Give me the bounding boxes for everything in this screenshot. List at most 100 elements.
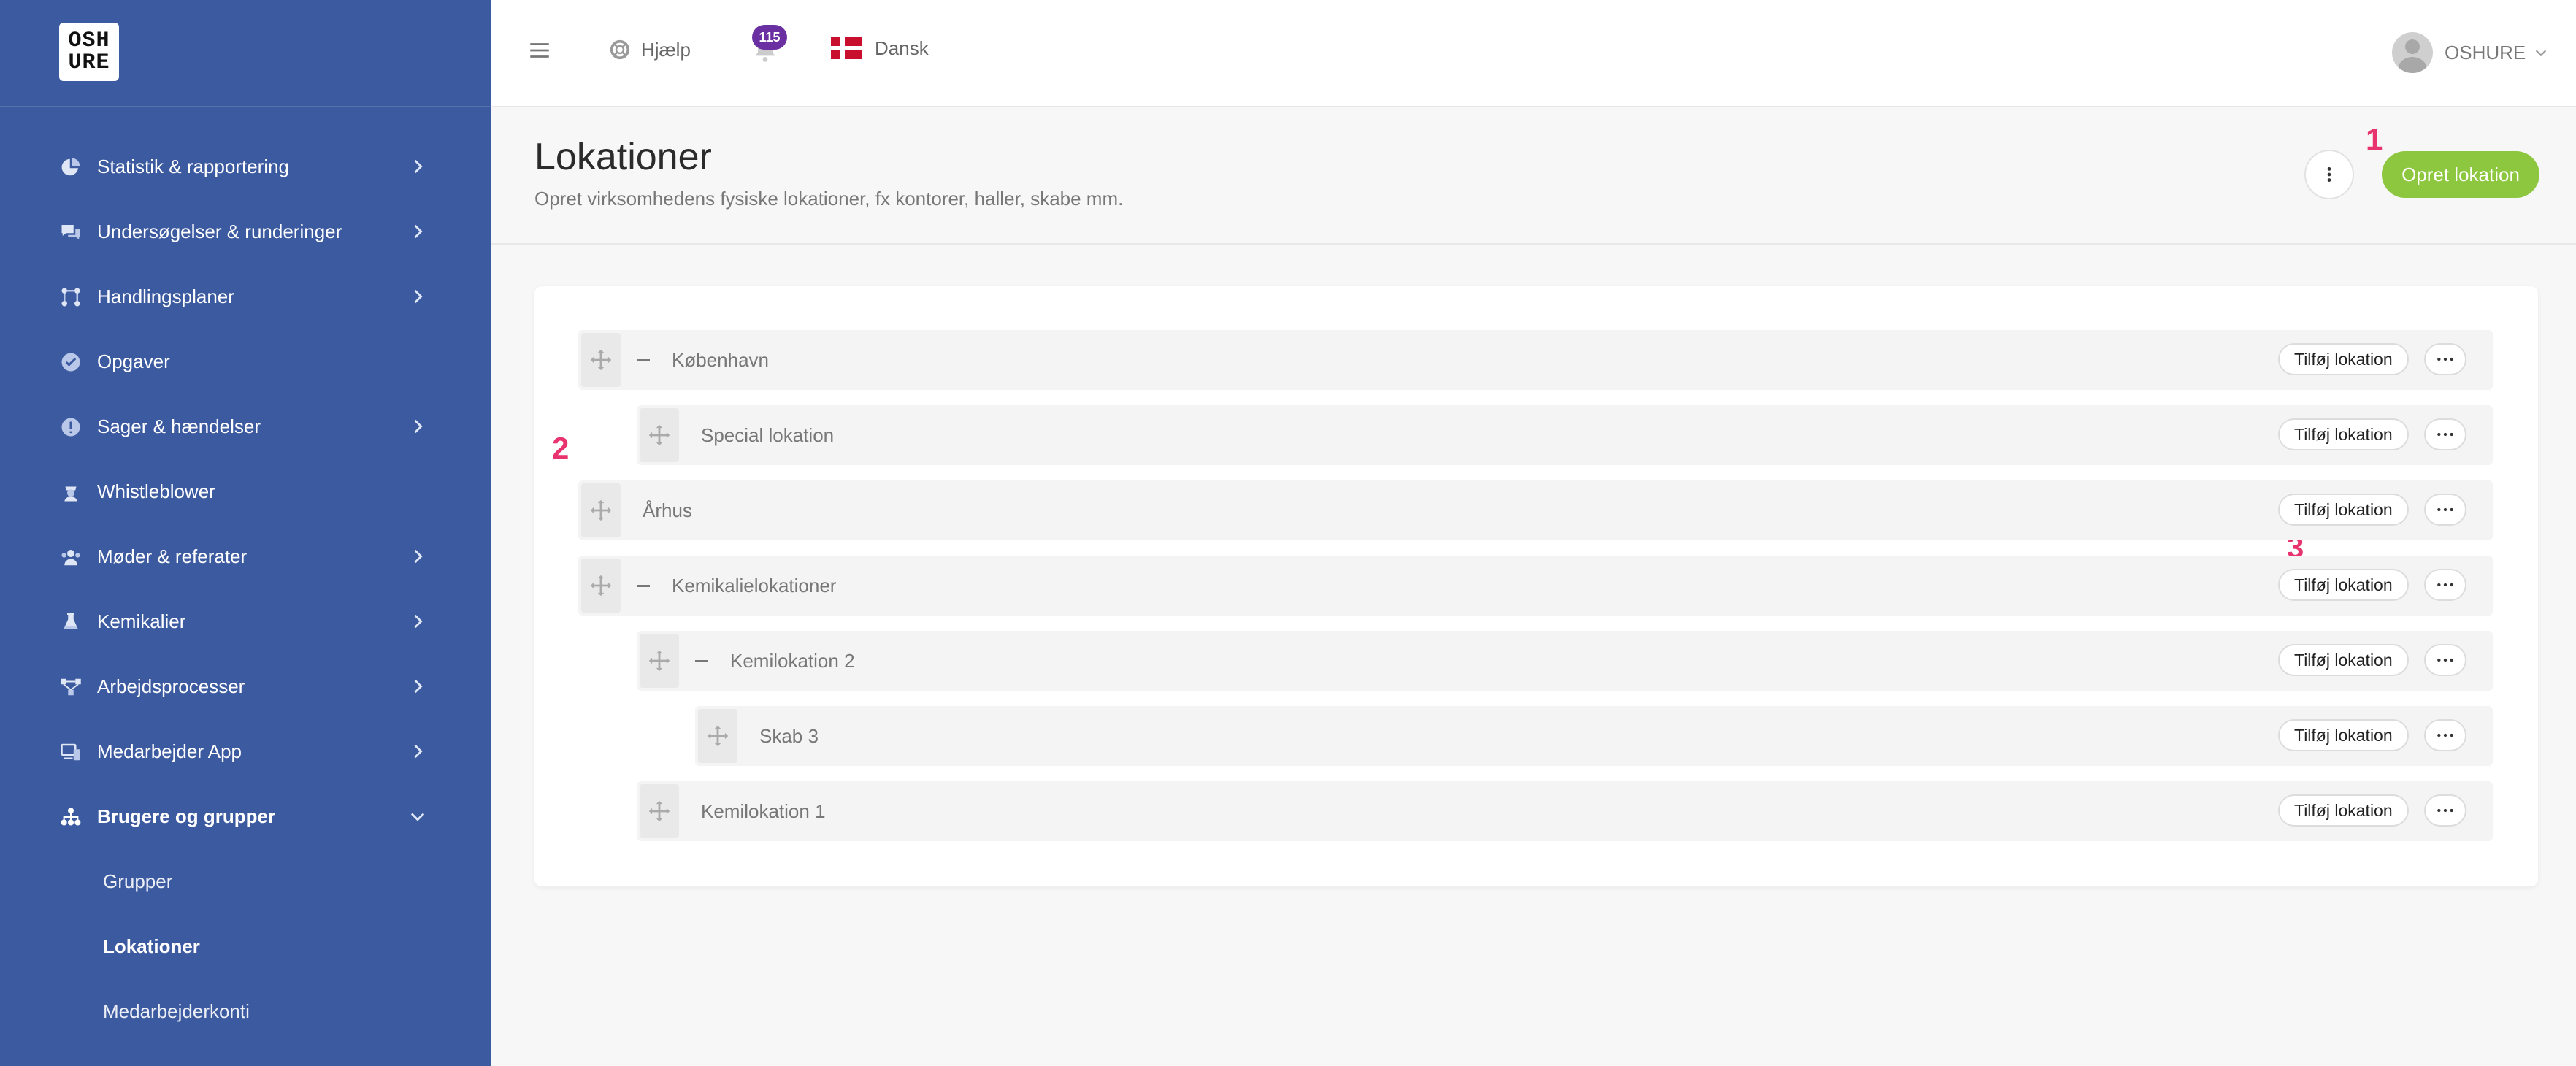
help-link[interactable]: Hjælp bbox=[609, 34, 691, 66]
locations-card: 2 3 København Tilføj lokation Special lo… bbox=[534, 286, 2538, 886]
sidebar-item-whistleblower[interactable]: Whistleblower bbox=[0, 459, 491, 524]
add-location-button[interactable]: Tilføj lokation bbox=[2278, 494, 2409, 526]
location-label: Kemikalielokationer bbox=[672, 575, 837, 597]
sidebar-nav: Statistik & rapportering Undersøgelser &… bbox=[0, 134, 491, 1044]
add-location-button[interactable]: Tilføj lokation bbox=[2278, 569, 2409, 601]
create-location-button[interactable]: Opret lokation bbox=[2382, 151, 2539, 198]
horizontal-dots-icon bbox=[2437, 357, 2453, 361]
lifebuoy-icon bbox=[610, 39, 630, 60]
sidebar-item-statistik[interactable]: Statistik & rapportering bbox=[0, 134, 491, 199]
help-label: Hjælp bbox=[641, 38, 691, 61]
hamburger-menu-icon[interactable] bbox=[527, 38, 552, 63]
chat-bubbles-icon bbox=[59, 221, 83, 244]
chevron-right-icon bbox=[407, 611, 428, 632]
horizontal-dots-icon bbox=[2437, 583, 2453, 587]
move-arrows-icon bbox=[648, 650, 670, 672]
chevron-right-icon bbox=[407, 286, 428, 307]
action-plan-icon bbox=[59, 285, 83, 309]
add-location-button[interactable]: Tilføj lokation bbox=[2278, 418, 2409, 450]
location-row-skab-3: Skab 3 Tilføj lokation bbox=[695, 706, 2493, 766]
add-location-button[interactable]: Tilføj lokation bbox=[2278, 343, 2409, 375]
sidebar-item-undersoegelser[interactable]: Undersøgelser & runderinger bbox=[0, 199, 491, 264]
notification-badge: 115 bbox=[752, 25, 787, 50]
logo-line-2: URE bbox=[68, 50, 110, 75]
alert-circle-icon bbox=[59, 415, 83, 439]
sidebar-item-handlingsplaner[interactable]: Handlingsplaner bbox=[0, 264, 491, 329]
org-chart-icon bbox=[59, 805, 83, 829]
move-arrows-icon bbox=[590, 349, 612, 371]
location-label: Skab 3 bbox=[759, 725, 819, 747]
sidebar-item-label: Sager & hændelser bbox=[97, 415, 261, 437]
logo-line-1: OSH bbox=[68, 28, 110, 53]
chevron-down-icon bbox=[2536, 50, 2547, 57]
sidebar-subitem-medarbejderkonti[interactable]: Medarbejderkonti bbox=[0, 979, 491, 1044]
sidebar-item-kemikalier[interactable]: Kemikalier bbox=[0, 589, 491, 654]
sidebar-subitem-grupper[interactable]: Grupper bbox=[0, 849, 491, 914]
avatar bbox=[2392, 32, 2433, 73]
location-label: København bbox=[672, 349, 769, 371]
location-row-kemilokation-1: Kemilokation 1 Tilføj lokation bbox=[637, 781, 2493, 841]
add-location-button[interactable]: Tilføj lokation bbox=[2278, 794, 2409, 827]
sidebar-item-brugere-og-grupper[interactable]: Brugere og grupper bbox=[0, 784, 491, 849]
sidebar-item-label: Brugere og grupper bbox=[97, 805, 276, 827]
sidebar-item-sager[interactable]: Sager & hændelser bbox=[0, 394, 491, 459]
location-row-special-lokation: Special lokation Tilføj lokation bbox=[637, 405, 2493, 465]
user-name: OSHURE bbox=[2445, 41, 2526, 64]
page-subtitle: Opret virksomhedens fysiske lokationer, … bbox=[534, 188, 1124, 210]
process-icon bbox=[59, 675, 83, 699]
chevron-right-icon bbox=[407, 676, 428, 697]
sidebar-item-label: Statistik & rapportering bbox=[97, 156, 290, 177]
collapse-toggle[interactable] bbox=[695, 660, 708, 662]
chevron-right-icon bbox=[407, 221, 428, 242]
options-button[interactable] bbox=[2304, 150, 2354, 199]
user-menu[interactable]: OSHURE bbox=[2392, 32, 2549, 73]
move-arrows-icon bbox=[707, 725, 729, 747]
drag-handle[interactable] bbox=[581, 333, 621, 387]
drag-handle[interactable] bbox=[581, 483, 621, 537]
annotation-2: 2 bbox=[552, 431, 570, 465]
collapse-toggle[interactable] bbox=[637, 359, 650, 361]
more-options-button[interactable] bbox=[2424, 719, 2466, 751]
drag-handle[interactable] bbox=[640, 784, 679, 838]
language-selector[interactable]: Dansk bbox=[831, 34, 929, 63]
location-row-kemikalielokationer: Kemikalielokationer Tilføj lokation bbox=[578, 556, 2493, 616]
sidebar-item-medarbejder-app[interactable]: Medarbejder App bbox=[0, 719, 491, 784]
location-label: Århus bbox=[643, 499, 692, 521]
drag-handle[interactable] bbox=[640, 634, 679, 688]
collapse-toggle[interactable] bbox=[637, 585, 650, 587]
more-options-button[interactable] bbox=[2424, 644, 2466, 676]
add-location-button[interactable]: Tilføj lokation bbox=[2278, 719, 2409, 751]
location-label: Kemilokation 2 bbox=[730, 650, 855, 672]
location-label: Special lokation bbox=[701, 424, 835, 446]
sidebar-item-arbejdsprocesser[interactable]: Arbejdsprocesser bbox=[0, 654, 491, 719]
location-row-koebenhavn: København Tilføj lokation bbox=[578, 330, 2493, 390]
sidebar-item-label: Medarbejder App bbox=[97, 740, 242, 762]
horizontal-dots-icon bbox=[2437, 808, 2453, 813]
logo[interactable]: OSH URE bbox=[59, 23, 119, 81]
drag-handle[interactable] bbox=[640, 408, 679, 462]
check-circle-icon bbox=[59, 350, 83, 374]
more-options-button[interactable] bbox=[2424, 418, 2466, 450]
more-options-button[interactable] bbox=[2424, 794, 2466, 827]
drag-handle[interactable] bbox=[698, 709, 737, 763]
page-header: Lokationer Opret virksomhedens fysiske l… bbox=[491, 107, 2576, 245]
sidebar-item-label: Undersøgelser & runderinger bbox=[97, 221, 342, 242]
vertical-dots-icon bbox=[2327, 167, 2331, 182]
sidebar-subitem-lokationer[interactable]: Lokationer bbox=[0, 914, 491, 979]
language-label: Dansk bbox=[875, 37, 929, 59]
sidebar-item-opgaver[interactable]: Opgaver bbox=[0, 329, 491, 394]
add-location-button[interactable]: Tilføj lokation bbox=[2278, 644, 2409, 676]
drag-handle[interactable] bbox=[581, 559, 621, 613]
more-options-button[interactable] bbox=[2424, 569, 2466, 601]
sidebar-item-moeder[interactable]: Møder & referater bbox=[0, 524, 491, 589]
more-options-button[interactable] bbox=[2424, 494, 2466, 526]
chevron-down-icon bbox=[407, 806, 428, 827]
sidebar: OSH URE Statistik & rapportering Undersø… bbox=[0, 0, 491, 1066]
sidebar-item-label: Kemikalier bbox=[97, 610, 186, 632]
page-title: Lokationer bbox=[534, 136, 712, 178]
annotation-1: 1 bbox=[2366, 122, 2383, 156]
more-options-button[interactable] bbox=[2424, 343, 2466, 375]
chevron-right-icon bbox=[407, 416, 428, 437]
sidebar-item-label: Opgaver bbox=[97, 350, 170, 372]
move-arrows-icon bbox=[590, 499, 612, 521]
